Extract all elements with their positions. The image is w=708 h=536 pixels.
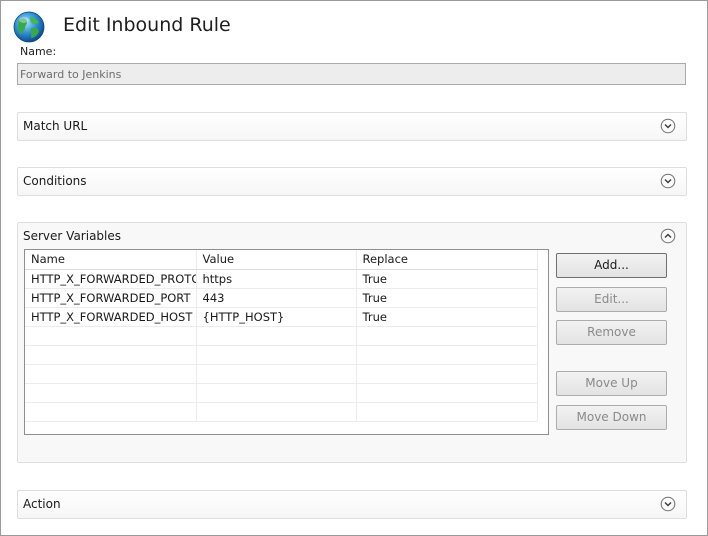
empty-row: ... [25, 402, 538, 422]
column-header-replace[interactable]: Replace [356, 250, 538, 270]
table-row[interactable]: HTTP_X_FORWARDED_HOST {HTTP_HOST} True [25, 307, 538, 327]
edit-button[interactable]: Edit... [556, 287, 667, 312]
remove-button[interactable]: Remove [556, 320, 667, 345]
cell-replace: True [356, 307, 538, 327]
dialog-title: Edit Inbound Rule [63, 14, 231, 36]
name-label: Name: [20, 45, 57, 58]
chevron-down-icon[interactable] [660, 496, 676, 512]
empty-row: ... [25, 383, 538, 403]
cell-replace: True [356, 269, 538, 289]
server-variables-table: Name Value Replace HTTP_X_FORWARDED_PROT… [25, 250, 538, 422]
empty-row: ... [25, 345, 538, 365]
section-title-match-url: Match URL [23, 119, 88, 133]
cell-value: 443 [196, 288, 357, 308]
globe-icon [13, 11, 45, 43]
server-variables-grid[interactable]: Name Value Replace HTTP_X_FORWARDED_PROT… [24, 249, 549, 435]
table-row[interactable]: HTTP_X_FORWARDED_PORT 443 True [25, 288, 538, 308]
move-up-button[interactable]: Move Up [556, 371, 667, 396]
chevron-down-icon[interactable] [660, 173, 676, 189]
cell-name: HTTP_X_FORWARDED_PROTO [25, 269, 197, 289]
chevron-down-icon[interactable] [660, 118, 676, 134]
section-title-action: Action [23, 497, 61, 511]
cell-name: HTTP_X_FORWARDED_PORT [25, 288, 197, 308]
match-url-header[interactable]: Match URL [18, 113, 686, 140]
server-variables-header[interactable]: Server Variables [18, 223, 686, 250]
conditions-section[interactable]: Conditions [17, 167, 687, 196]
chevron-up-icon[interactable] [660, 228, 676, 244]
column-header-name[interactable]: Name [25, 250, 197, 270]
match-url-section[interactable]: Match URL [17, 112, 687, 141]
action-section[interactable]: Action [17, 490, 687, 519]
server-variables-section: Server Variables Name Value Replace HTTP… [17, 222, 687, 463]
empty-row: ... [25, 364, 538, 384]
column-header-value[interactable]: Value [196, 250, 357, 270]
section-title-server-variables: Server Variables [23, 229, 122, 243]
rule-name-input[interactable] [17, 63, 686, 85]
empty-row: ... [25, 326, 538, 346]
cell-value: {HTTP_HOST} [196, 307, 357, 327]
conditions-header[interactable]: Conditions [18, 168, 686, 195]
cell-replace: True [356, 288, 538, 308]
cell-value: https [196, 269, 357, 289]
cell-name: HTTP_X_FORWARDED_HOST [25, 307, 197, 327]
move-down-button[interactable]: Move Down [556, 405, 667, 430]
table-header-row: Name Value Replace [25, 250, 538, 270]
add-button[interactable]: Add... [556, 253, 667, 278]
action-header[interactable]: Action [18, 491, 686, 518]
table-row[interactable]: HTTP_X_FORWARDED_PROTO https True [25, 269, 538, 289]
section-title-conditions: Conditions [23, 174, 87, 188]
